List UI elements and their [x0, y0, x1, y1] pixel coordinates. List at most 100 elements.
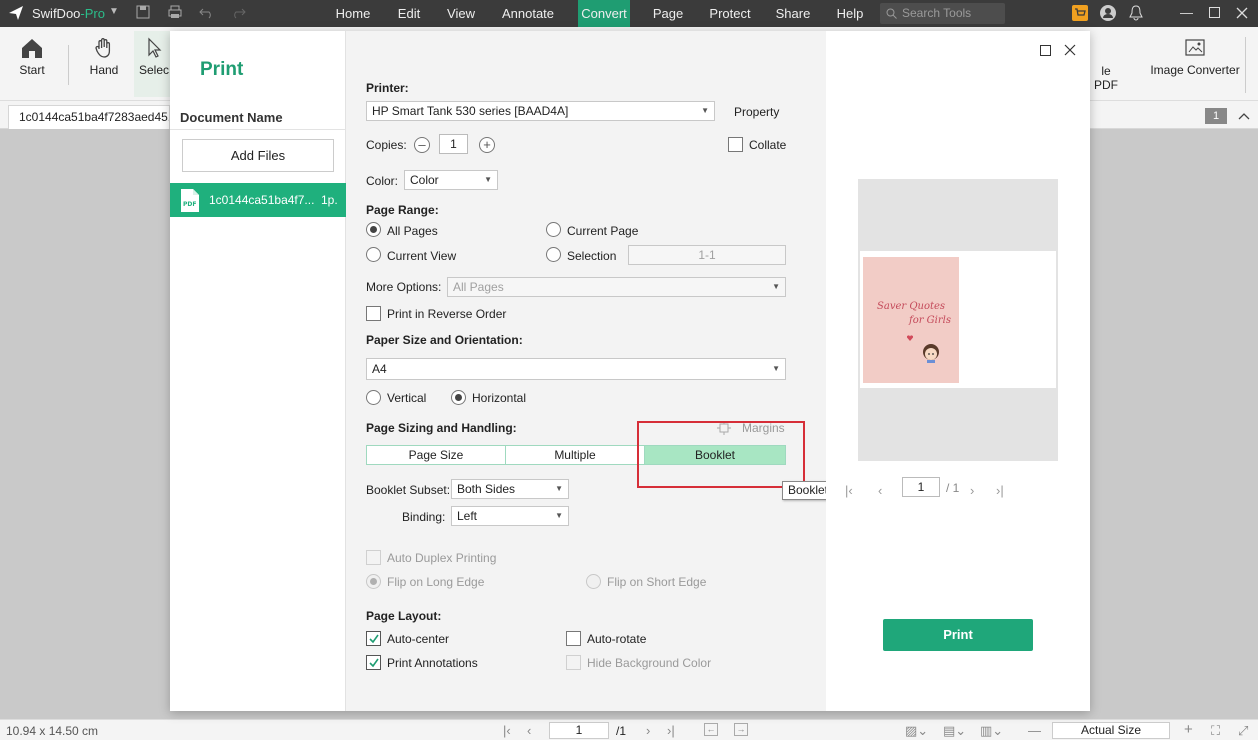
copies-increment-button[interactable]: + — [479, 137, 495, 153]
zoom-level-select[interactable]: Actual Size — [1052, 722, 1170, 739]
previous-view-icon[interactable]: ← — [704, 723, 718, 736]
property-link[interactable]: Property — [734, 105, 779, 119]
file-list-item[interactable]: PDF 1c0144ca51ba4f7... 1p. — [170, 183, 346, 217]
app-menu-dropdown-icon[interactable]: ▼ — [109, 6, 119, 22]
current-page-radio[interactable] — [546, 222, 561, 237]
zoom-in-icon[interactable]: + — [1184, 721, 1193, 738]
file-page-count: 1p. — [321, 193, 338, 207]
booklet-subset-select[interactable]: Both Sides ▼ — [451, 479, 569, 499]
maximize-dialog-icon[interactable] — [1040, 45, 1051, 56]
dialog-title: Print — [200, 59, 244, 80]
current-view-radio[interactable] — [366, 247, 381, 262]
image-converter-button[interactable]: Image Converter — [1148, 37, 1242, 77]
page-count-badge: 1 — [1205, 108, 1227, 124]
search-placeholder: Search Tools — [902, 6, 972, 20]
thumbnail-title-line-1: Saver Quotes — [877, 301, 946, 312]
menu-page[interactable]: Page — [646, 0, 690, 27]
chevron-down-icon: ▼ — [555, 511, 563, 520]
to-pdf-button[interactable]: le PDF — [1088, 64, 1124, 92]
preview-last-page-icon[interactable]: ›| — [996, 483, 1004, 498]
hand-tool-button[interactable]: Hand — [86, 37, 122, 77]
vertical-radio[interactable] — [366, 390, 381, 405]
reverse-order-checkbox[interactable] — [366, 306, 381, 321]
all-pages-radio[interactable] — [366, 222, 381, 237]
select-tool-button[interactable]: Selec — [134, 31, 174, 97]
horizontal-radio[interactable] — [451, 390, 466, 405]
save-icon[interactable] — [136, 5, 150, 21]
zoom-out-icon[interactable]: — — [1028, 723, 1041, 738]
print-button[interactable]: Print — [883, 619, 1033, 651]
binding-select[interactable]: Left ▼ — [451, 506, 569, 526]
auto-rotate-checkbox[interactable] — [566, 631, 581, 646]
menu-annotate[interactable]: Annotate — [496, 0, 560, 27]
page-mode-icon[interactable]: ▥⌄ — [980, 723, 1003, 739]
menu-protect[interactable]: Protect — [702, 0, 758, 27]
menu-view[interactable]: View — [440, 0, 482, 27]
fit-width-icon[interactable]: ⛶ — [1211, 723, 1220, 739]
copies-decrement-button[interactable]: – — [414, 137, 430, 153]
menu-share[interactable]: Share — [770, 0, 816, 27]
printer-label: Printer: — [366, 81, 409, 95]
page-layout-icon[interactable]: ▤⌄ — [943, 723, 966, 739]
user-avatar-icon[interactable] — [1100, 5, 1116, 21]
search-tools[interactable]: Search Tools — [880, 3, 1005, 24]
preview-prev-page-icon[interactable]: ‹ — [878, 483, 882, 498]
close-dialog-icon[interactable] — [1064, 44, 1076, 56]
flip-short-edge-label: Flip on Short Edge — [607, 575, 707, 589]
auto-rotate-label: Auto-rotate — [587, 632, 647, 646]
header-divider — [170, 129, 346, 130]
hide-background-checkbox[interactable] — [566, 655, 581, 670]
printer-select[interactable]: HP Smart Tank 530 series [BAAD4A] ▼ — [366, 101, 715, 121]
fullscreen-icon[interactable]: ⤢ — [1238, 723, 1248, 739]
start-button[interactable]: Start — [14, 37, 50, 77]
page-size-tab[interactable]: Page Size — [367, 446, 506, 464]
maximize-icon[interactable] — [1209, 7, 1220, 18]
preview-page-input[interactable]: 1 — [902, 477, 940, 497]
preview-next-page-icon[interactable]: › — [970, 483, 974, 498]
minimize-icon[interactable]: — — [1180, 5, 1193, 20]
redo-icon[interactable] — [230, 5, 246, 21]
chevron-down-icon: ▼ — [555, 484, 563, 493]
undo-icon[interactable] — [199, 5, 215, 21]
copies-label: Copies: — [366, 138, 407, 152]
selection-radio[interactable] — [546, 247, 561, 262]
paper-size-select[interactable]: A4 ▼ — [366, 358, 786, 380]
booklet-highlight-box — [637, 421, 805, 488]
menu-help[interactable]: Help — [828, 0, 872, 27]
checkmark-icon — [369, 634, 379, 644]
last-page-icon[interactable]: ›| — [667, 723, 675, 738]
flip-short-edge-radio[interactable] — [586, 574, 601, 589]
collate-checkbox[interactable] — [728, 137, 743, 152]
auto-duplex-checkbox[interactable] — [366, 550, 381, 565]
print-annotations-checkbox[interactable] — [366, 655, 381, 670]
notification-bell-icon[interactable] — [1129, 5, 1143, 21]
color-select[interactable]: Color ▼ — [404, 170, 498, 190]
pdf-file-icon: PDF — [181, 189, 199, 212]
menu-home[interactable]: Home — [326, 0, 380, 27]
copies-input[interactable]: 1 — [439, 134, 468, 154]
cart-icon[interactable] — [1072, 5, 1088, 21]
next-view-icon[interactable]: → — [734, 723, 748, 736]
background-fill-icon[interactable]: ▨⌄ — [905, 723, 928, 739]
collapse-chevron-up-icon[interactable] — [1238, 112, 1250, 120]
add-files-button[interactable]: Add Files — [182, 139, 334, 172]
menu-convert[interactable]: Convert — [578, 0, 630, 27]
hand-icon — [95, 38, 111, 58]
page-number-input[interactable]: 1 — [549, 722, 609, 739]
toolbar-scroll-edge — [1245, 37, 1258, 93]
next-page-icon[interactable]: › — [646, 723, 650, 738]
close-window-icon[interactable] — [1236, 7, 1248, 19]
selection-range-input[interactable]: 1-1 — [628, 245, 786, 265]
more-options-select[interactable]: All Pages ▼ — [447, 277, 786, 297]
preview-first-page-icon[interactable]: |‹ — [845, 483, 853, 498]
print-icon[interactable] — [168, 5, 182, 21]
menu-edit[interactable]: Edit — [388, 0, 430, 27]
multiple-tab[interactable]: Multiple — [506, 446, 645, 464]
flip-long-edge-radio[interactable] — [366, 574, 381, 589]
checkmark-icon — [369, 658, 379, 668]
svg-text:PDF: PDF — [183, 201, 196, 208]
first-page-icon[interactable]: |‹ — [503, 723, 511, 738]
prev-page-icon[interactable]: ‹ — [527, 723, 531, 738]
document-tab[interactable]: 1c0144ca51ba4f7283aed45...p — [8, 105, 170, 129]
auto-center-checkbox[interactable] — [366, 631, 381, 646]
